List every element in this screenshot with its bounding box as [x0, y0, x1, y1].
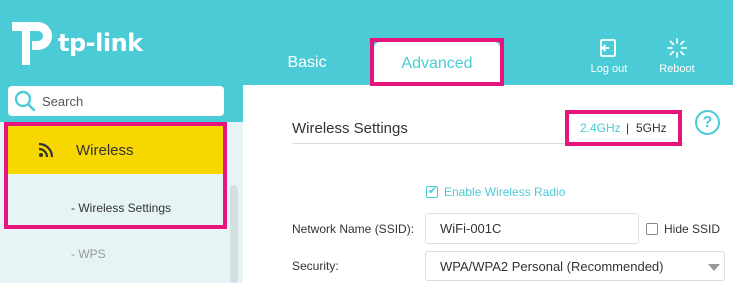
logout-icon — [600, 39, 616, 57]
ssid-field[interactable]: WiFi-001C — [425, 213, 639, 244]
ssid-label: Network Name (SSID): — [292, 222, 415, 236]
search-input[interactable]: Search — [8, 86, 224, 116]
security-value: WPA/WPA2 Personal (Recommended) — [440, 258, 664, 274]
tab-advanced[interactable]: Advanced — [374, 42, 500, 85]
reboot-label: Reboot — [659, 63, 695, 75]
security-label: Security: — [292, 259, 339, 273]
hide-ssid-label: Hide SSID — [664, 222, 721, 236]
chevron-down-icon — [708, 264, 720, 271]
sidebar-item-wireless[interactable]: Wireless — [8, 126, 224, 174]
band-separator: | — [626, 121, 630, 135]
reboot-icon — [667, 38, 687, 58]
enable-wireless-checkbox[interactable]: ✔ — [426, 185, 438, 198]
logout-label: Log out — [590, 63, 628, 75]
wifi-icon — [38, 142, 54, 158]
sidebar-scrollbar[interactable] — [230, 185, 238, 283]
ssid-value: WiFi-001C — [440, 221, 502, 236]
help-button[interactable]: ? — [695, 110, 720, 135]
enable-wireless-label: Enable Wireless Radio — [444, 185, 566, 199]
sidebar-item-wireless-settings[interactable]: - Wireless Settings — [71, 201, 171, 215]
sidebar-item-label: Wireless — [76, 141, 134, 159]
sidebar-item-wps[interactable]: - WPS — [71, 247, 106, 261]
band-5ghz[interactable]: 5GHz — [636, 121, 667, 135]
section-divider — [292, 143, 684, 144]
search-placeholder: Search — [42, 93, 84, 109]
logout-button[interactable]: Log out — [581, 38, 637, 75]
search-icon — [14, 90, 36, 112]
question-icon: ? — [702, 113, 713, 131]
checkmark-icon: ✔ — [428, 185, 438, 197]
band-2-4ghz[interactable]: 2.4GHz — [580, 121, 621, 135]
reboot-button[interactable]: Reboot — [649, 38, 705, 75]
brand-name: tp-link — [58, 29, 143, 57]
security-select[interactable]: WPA/WPA2 Personal (Recommended) — [425, 251, 725, 281]
section-title: Wireless Settings — [292, 120, 408, 137]
tab-basic[interactable]: Basic — [276, 44, 338, 82]
hide-ssid-checkbox[interactable] — [646, 223, 658, 235]
